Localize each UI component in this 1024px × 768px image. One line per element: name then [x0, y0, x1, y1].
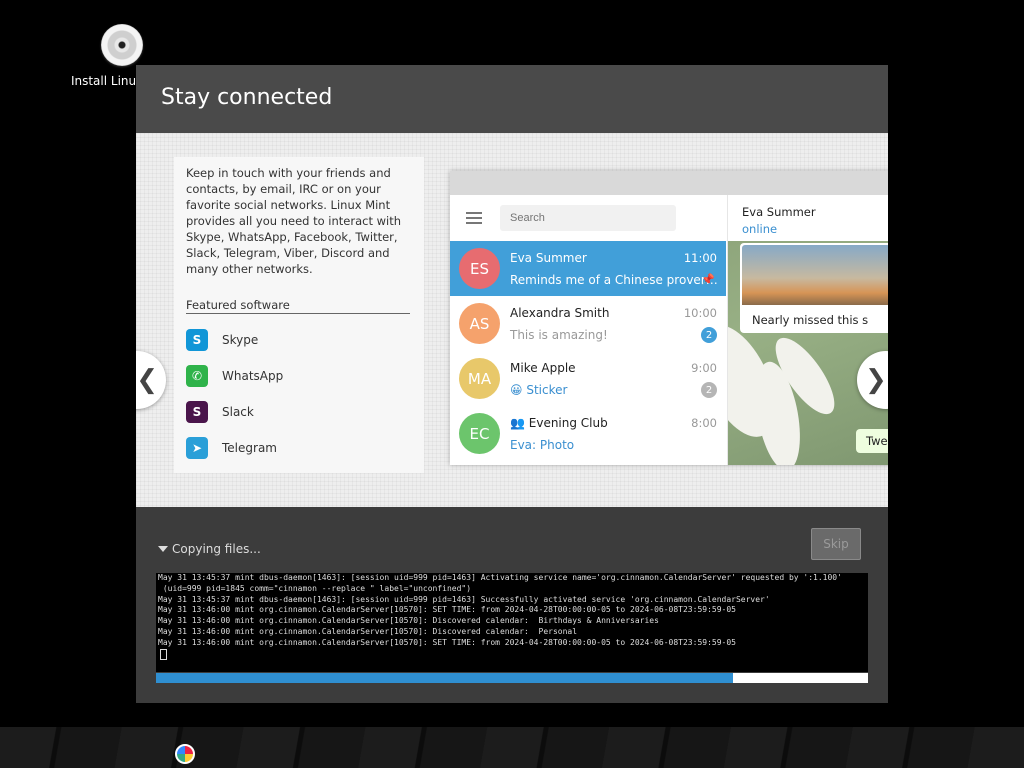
telegram-search-row: [450, 195, 726, 241]
install-progress-bar: [156, 673, 868, 683]
telegram-screenshot: ES Eva Summer 11:00 Reminds me of a Chinese…: [450, 171, 888, 465]
software-item-skype: S Skype: [186, 322, 283, 358]
chat-preview: This is amazing!: [510, 328, 608, 342]
telegram-titlebar: [450, 171, 888, 195]
chat-list-item: ES Eva Summer 11:00 Reminds me of a Chinese…: [450, 241, 726, 296]
log-line: May 31 13:46:00 mint org.cinnamon.Calend…: [158, 637, 736, 647]
info-panel: Keep in touch with your friends and cont…: [174, 157, 424, 473]
skip-button[interactable]: Skip: [811, 528, 861, 560]
chat-preview: 😀 Sticker: [510, 383, 568, 397]
log-line: May 31 13:46:00 mint org.cinnamon.Calend…: [158, 626, 578, 636]
taskbar: [0, 727, 1024, 768]
log-line: May 31 13:45:37 mint dbus-daemon[1463]: …: [158, 594, 770, 604]
avatar: ES: [459, 248, 500, 289]
avatar: MA: [459, 358, 500, 399]
skype-icon: S: [186, 329, 208, 351]
chat-time: 8:00: [691, 416, 717, 430]
contact-status: online: [742, 222, 778, 236]
chat-preview: Eva: Photo: [510, 438, 575, 452]
chevron-left-icon: ❮: [136, 365, 158, 395]
photo-message: Nearly missed this s: [740, 243, 888, 333]
chat-time: 11:00: [683, 251, 717, 265]
telegram-conversation: Eva Summer online Nearly missed this s T…: [727, 195, 888, 465]
software-label: WhatsApp: [222, 369, 284, 383]
telegram-icon: ➤: [186, 437, 208, 459]
slack-icon: S: [186, 401, 208, 423]
chevron-right-icon: ❯: [865, 365, 887, 395]
window-header: Stay connected: [136, 65, 888, 133]
expander-triangle-icon: [158, 546, 168, 552]
telegram-chat-list: ES Eva Summer 11:00 Reminds me of a Chinese…: [450, 195, 726, 465]
installer-window: Stay connected Keep in touch with your f…: [136, 65, 888, 703]
hamburger-menu-icon: [466, 212, 482, 224]
software-item-telegram: ➤ Telegram: [186, 430, 283, 466]
conversation-header: Eva Summer online: [728, 195, 888, 241]
terminal-cursor: [156, 648, 868, 660]
software-label: Slack: [222, 405, 254, 419]
featured-software-title: Featured software: [186, 298, 410, 314]
previous-slide-button[interactable]: ❮: [136, 351, 166, 409]
software-label: Telegram: [222, 441, 277, 455]
sunset-photo: [742, 245, 888, 305]
slide-description: Keep in touch with your friends and cont…: [186, 166, 402, 276]
status-label: Copying files...: [172, 542, 261, 556]
software-item-whatsapp: ✆ WhatsApp: [186, 358, 283, 394]
pin-icon: 📌: [701, 273, 715, 286]
avatar: EC: [459, 413, 500, 454]
software-label: Skype: [222, 333, 259, 347]
whatsapp-icon: ✆: [186, 365, 208, 387]
log-line: May 31 13:46:00 mint org.cinnamon.Calend…: [158, 605, 736, 615]
partial-message-bubble: Twe: [856, 429, 888, 453]
chat-list-item: MA Mike Apple 9:00 😀 Sticker 2: [450, 351, 726, 406]
conversation-background: Nearly missed this s Twe: [728, 241, 888, 465]
featured-software-list: S Skype ✆ WhatsApp S Slack ➤ Telegram: [186, 322, 283, 466]
unread-badge: 2: [701, 327, 717, 343]
photo-caption: Nearly missed this s: [752, 313, 869, 327]
telegram-search-input: [500, 205, 676, 231]
chat-list-item: AS Alexandra Smith 10:00 This is amazing! 2: [450, 296, 726, 351]
chat-list-item: EC 👥 Evening Club 8:00 Eva: Photo: [450, 406, 726, 461]
chat-name: Alexandra Smith: [510, 306, 610, 320]
log-line: (uid=999 pid=1845 comm="cinnamon --repla…: [158, 583, 472, 593]
unread-badge: 2: [701, 382, 717, 398]
software-item-slack: S Slack: [186, 394, 283, 430]
chat-name: Mike Apple: [510, 361, 576, 375]
chat-name: Eva Summer: [510, 251, 587, 265]
chat-time: 10:00: [683, 306, 717, 320]
log-line: May 31 13:46:00 mint org.cinnamon.Calend…: [158, 616, 659, 626]
chat-preview: Reminds me of a Chinese prover…: [510, 273, 718, 287]
progress-status-toggle[interactable]: Copying files...: [158, 542, 261, 556]
contact-name: Eva Summer: [742, 205, 816, 219]
mint-menu-icon[interactable]: [175, 744, 195, 764]
install-log-terminal[interactable]: May 31 13:45:37 mint dbus-daemon[1463]: …: [156, 573, 868, 672]
avatar: AS: [459, 303, 500, 344]
cd-icon: [101, 24, 143, 66]
progress-fill: [156, 673, 733, 683]
chat-time: 9:00: [691, 361, 717, 375]
page-title: Stay connected: [161, 85, 333, 110]
log-line: May 31 13:45:37 mint dbus-daemon[1463]: …: [158, 573, 842, 582]
chat-name: 👥 Evening Club: [510, 416, 608, 430]
slideshow: Keep in touch with your friends and cont…: [136, 133, 888, 507]
